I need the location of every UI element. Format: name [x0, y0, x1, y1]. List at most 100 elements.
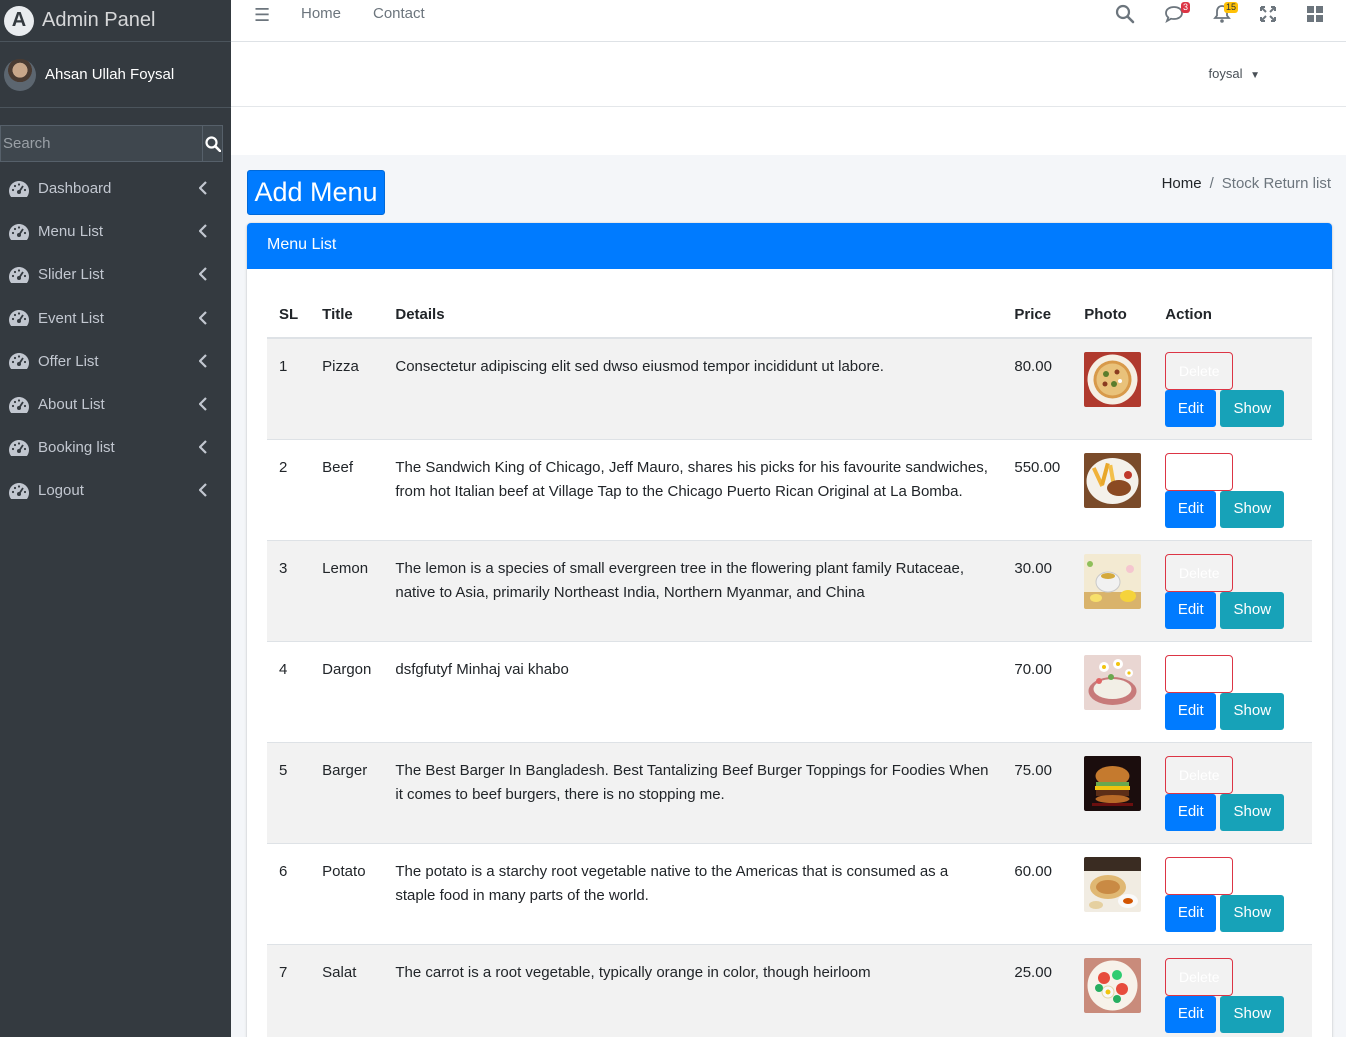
cell-sl: 4 — [267, 640, 311, 742]
table-row: 5 Barger The Best Barger In Bangladesh. Be… — [267, 741, 1312, 843]
cell-action: Delete Edit Show — [1153, 842, 1312, 944]
fullscreen-icon[interactable] — [1258, 4, 1278, 24]
show-button[interactable]: Show — [1220, 692, 1285, 730]
cell-details: The lemon is a species of small evergree… — [383, 539, 1003, 641]
show-button[interactable]: Show — [1220, 390, 1285, 427]
delete-button[interactable]: Delete — [1165, 755, 1234, 794]
nav-link-home[interactable]: Home — [301, 5, 341, 22]
sidebar-item-event-list[interactable]: Event List — [0, 297, 231, 340]
delete-button[interactable]: Delete — [1165, 957, 1234, 996]
cell-photo — [1072, 640, 1154, 742]
delete-button[interactable]: Delete — [1165, 352, 1234, 390]
sidebar-nav: Dashboard Menu List Slider List Event List O… — [0, 167, 231, 513]
breadcrumb-separator: / — [1209, 175, 1214, 192]
brand-link[interactable]: A Admin Panel — [0, 0, 231, 42]
food-photo — [1084, 957, 1142, 1013]
cell-title: Lemon — [310, 539, 384, 641]
food-photo — [1084, 856, 1142, 912]
search-button[interactable] — [202, 125, 223, 162]
sidebar-item-dashboard[interactable]: Dashboard — [0, 167, 231, 210]
delete-button[interactable]: Delete — [1165, 654, 1234, 693]
edit-button[interactable]: Edit — [1165, 591, 1217, 629]
breadcrumb-home[interactable]: Home — [1162, 175, 1202, 192]
cell-sl: 6 — [267, 842, 311, 944]
food-photo — [1084, 755, 1142, 811]
cell-action: Delete Edit Show — [1153, 943, 1312, 1037]
sidebar: A Admin Panel Ahsan Ullah Foysal Dashboa… — [0, 0, 231, 1037]
brand-logo: A — [4, 5, 34, 36]
cell-details: Consectetur adipiscing elit sed dwso eiu… — [383, 337, 1003, 439]
search-icon[interactable] — [1115, 4, 1135, 24]
cell-photo — [1072, 438, 1154, 540]
menu-list-card: Menu List SL Title Details Price Photo A… — [247, 223, 1332, 1037]
notifications-badge: 15 — [1224, 2, 1239, 13]
cell-price: 30.00 — [1002, 539, 1073, 641]
delete-button[interactable]: Delete — [1165, 452, 1234, 491]
sidebar-item-logout[interactable]: Logout — [0, 469, 231, 512]
sidebar-item-about-list[interactable]: About List — [0, 383, 231, 426]
edit-button[interactable]: Edit — [1165, 995, 1217, 1033]
chevron-left-icon — [199, 267, 207, 282]
chevron-left-icon — [199, 181, 207, 195]
cell-sl: 3 — [267, 539, 311, 641]
cell-photo — [1072, 539, 1154, 641]
edit-button[interactable]: Edit — [1165, 390, 1217, 427]
sidebar-item-label: Slider List — [38, 266, 104, 284]
edit-button[interactable]: Edit — [1165, 894, 1217, 932]
column-header-sl: SL — [267, 292, 311, 339]
tachometer-icon — [9, 396, 29, 413]
cell-sl: 2 — [267, 438, 311, 540]
table-row: 6 Potato The potato is a starchy root vege… — [267, 842, 1312, 944]
search-input[interactable] — [0, 125, 202, 162]
edit-button[interactable]: Edit — [1165, 692, 1217, 730]
row-actions: Delete Edit Show — [1165, 957, 1300, 1037]
grid-icon[interactable] — [1305, 4, 1325, 24]
chevron-left-icon — [199, 353, 207, 368]
show-button[interactable]: Show — [1220, 995, 1285, 1033]
food-photo — [1084, 352, 1142, 407]
tachometer-icon — [9, 266, 29, 283]
cell-details: dsfgfutyf Minhaj vai khabo — [383, 640, 1003, 742]
cell-price: 70.00 — [1002, 640, 1073, 742]
cell-photo — [1072, 337, 1154, 439]
cell-price: 60.00 — [1002, 842, 1073, 944]
show-button[interactable]: Show — [1220, 894, 1285, 932]
cell-title: Pizza — [310, 337, 384, 439]
user-bar: foysal ▼ — [231, 42, 1346, 107]
sidebar-item-offer-list[interactable]: Offer List — [0, 340, 231, 383]
sidebar-item-label: Booking list — [38, 439, 115, 457]
cell-photo — [1072, 943, 1154, 1037]
edit-button[interactable]: Edit — [1165, 793, 1217, 831]
row-actions: Delete Edit Show — [1165, 654, 1300, 735]
cell-details: The Sandwich King of Chicago, Jeff Mauro… — [383, 438, 1003, 540]
sidebar-item-label: Logout — [38, 482, 84, 500]
tachometer-icon — [9, 353, 29, 370]
cell-price: 25.00 — [1002, 943, 1073, 1037]
show-button[interactable]: Show — [1220, 591, 1285, 629]
nav-link-contact[interactable]: Contact — [373, 5, 425, 22]
user-name[interactable]: Ahsan Ullah Foysal — [45, 66, 174, 83]
tachometer-icon — [9, 310, 29, 327]
show-button[interactable]: Show — [1220, 793, 1285, 831]
chevron-left-icon — [199, 310, 207, 325]
delete-button[interactable]: Delete — [1165, 856, 1234, 895]
delete-button[interactable]: Delete — [1165, 553, 1234, 592]
sidebar-item-booking-list[interactable]: Booking list — [0, 426, 231, 469]
tachometer-icon — [9, 180, 29, 197]
cell-price: 550.00 — [1002, 438, 1073, 540]
sidebar-item-menu-list[interactable]: Menu List — [0, 210, 231, 253]
chevron-left-icon — [199, 397, 207, 411]
column-header-photo: Photo — [1072, 292, 1154, 339]
hamburger-icon[interactable]: ☰ — [254, 5, 270, 26]
user-panel[interactable]: Ahsan Ullah Foysal — [0, 42, 231, 108]
breadcrumb-current: Stock Return list — [1221, 175, 1331, 192]
cell-title: Barger — [310, 741, 384, 843]
chevron-left-icon — [199, 224, 207, 238]
edit-button[interactable]: Edit — [1165, 490, 1217, 528]
show-button[interactable]: Show — [1220, 490, 1285, 528]
brand-title: Admin Panel — [42, 9, 156, 31]
sidebar-item-slider-list[interactable]: Slider List — [0, 253, 231, 296]
add-menu-button[interactable]: Add Menu — [247, 170, 385, 215]
user-dropdown[interactable]: foysal ▼ — [1209, 66, 1261, 81]
messages-badge: 3 — [1181, 2, 1191, 13]
